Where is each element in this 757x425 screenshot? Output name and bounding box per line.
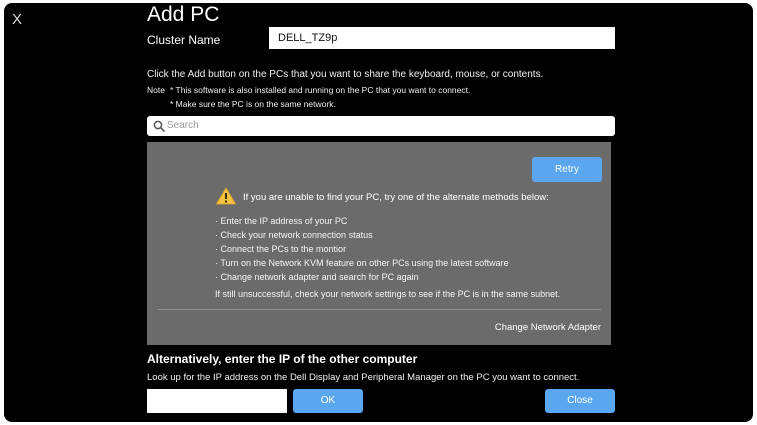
ip-address-input[interactable]: [147, 389, 287, 413]
close-button[interactable]: Close: [545, 389, 615, 413]
close-icon[interactable]: X: [12, 12, 26, 27]
cluster-name-input[interactable]: DELL_TZ9p: [269, 27, 615, 49]
divider: [157, 309, 601, 310]
add-pc-dialog: X Add PC Cluster Name DELL_TZ9p Click th…: [4, 3, 753, 422]
instruction-text: Click the Add button on the PCs that you…: [147, 69, 544, 80]
alternative-description: Look up for the IP address on the Dell D…: [147, 372, 580, 383]
list-item: · Change network adapter and search for …: [215, 272, 419, 282]
retry-button[interactable]: Retry: [532, 157, 602, 182]
cluster-name-label: Cluster Name: [147, 33, 221, 47]
note-label: Note: [147, 85, 165, 95]
not-found-panel: Retry If you are unable to find your PC,…: [147, 142, 611, 345]
page-title: Add PC: [147, 3, 220, 26]
list-item: · Connect the PCs to the montior: [215, 244, 347, 254]
note-item-same-network: * Make sure the PC is on the same networ…: [170, 99, 336, 109]
warning-text: If you are unable to find your PC, try o…: [243, 192, 549, 203]
list-item: · Check your network connection status: [215, 230, 373, 240]
note-item-installed: * This software is also installed and ru…: [170, 85, 471, 95]
list-item: · Enter the IP address of your PC: [215, 216, 348, 226]
search-placeholder: Search: [167, 120, 199, 131]
change-network-adapter-link[interactable]: Change Network Adapter: [495, 322, 601, 333]
search-icon: [153, 120, 165, 132]
subnet-hint-text: If still unsuccessful, check your networ…: [215, 289, 561, 299]
tips-list: · Enter the IP address of your PC · Chec…: [215, 214, 509, 284]
list-item: · Turn on the Network KVM feature on oth…: [215, 258, 509, 268]
alternative-heading: Alternatively, enter the IP of the other…: [147, 352, 418, 366]
warning-icon: [216, 187, 236, 205]
search-input[interactable]: Search: [147, 116, 615, 136]
ok-button[interactable]: OK: [293, 389, 363, 413]
